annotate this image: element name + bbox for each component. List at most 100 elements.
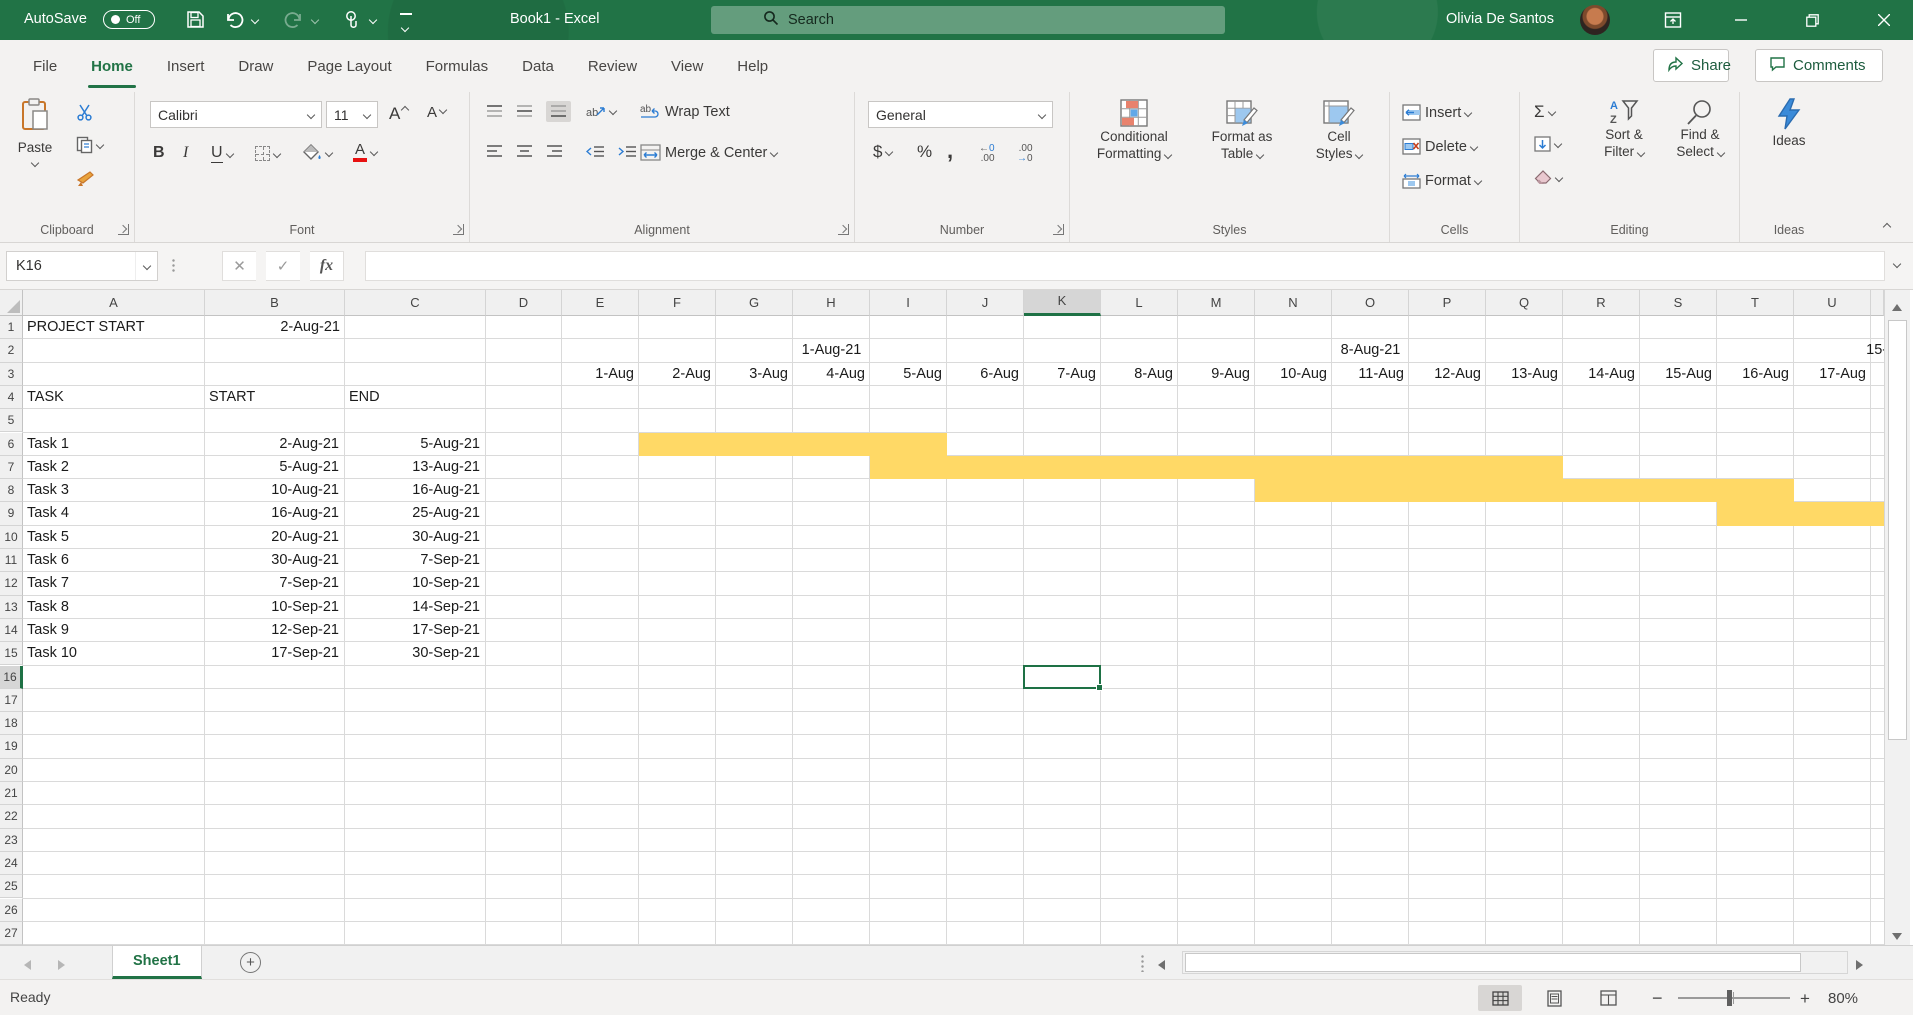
clear-button[interactable] bbox=[1534, 170, 1562, 185]
tab-page-layout[interactable]: Page Layout bbox=[290, 40, 408, 92]
column-header-S[interactable]: S bbox=[1640, 290, 1717, 316]
day-header-cell[interactable]: 13-Aug bbox=[1486, 363, 1558, 386]
insert-cells-button[interactable]: Insert bbox=[1402, 104, 1471, 121]
column-header-P[interactable]: P bbox=[1409, 290, 1486, 316]
copy-button[interactable] bbox=[76, 136, 103, 154]
tab-data[interactable]: Data bbox=[505, 40, 571, 92]
ribbon-display-options-icon[interactable] bbox=[1650, 0, 1696, 40]
task-start-cell[interactable]: 20-Aug-21 bbox=[205, 526, 339, 549]
fill-button[interactable] bbox=[1534, 136, 1561, 152]
row-header-26[interactable]: 26 bbox=[0, 899, 23, 922]
day-header-cell[interactable]: 3-Aug bbox=[716, 363, 788, 386]
row-header-6[interactable]: 6 bbox=[0, 433, 23, 456]
zoom-slider-track[interactable] bbox=[1678, 997, 1790, 999]
task-end-cell[interactable]: 17-Sep-21 bbox=[345, 619, 480, 642]
minimize-button[interactable] bbox=[1718, 0, 1764, 40]
hscroll-right-icon[interactable] bbox=[1856, 957, 1863, 975]
task-end-cell[interactable]: 10-Sep-21 bbox=[345, 572, 480, 595]
expand-formula-bar-icon[interactable] bbox=[1893, 260, 1901, 268]
row-header-12[interactable]: 12 bbox=[0, 572, 23, 595]
user-name[interactable]: Olivia De Santos bbox=[1446, 11, 1554, 27]
task-name-cell[interactable]: Task 7 bbox=[27, 572, 200, 595]
number-format-select[interactable]: General bbox=[868, 101, 1053, 128]
cell-B1[interactable]: 2-Aug-21 bbox=[209, 316, 340, 339]
user-avatar[interactable] bbox=[1580, 5, 1610, 35]
italic-button[interactable]: I bbox=[183, 144, 188, 162]
task-end-cell[interactable]: 13-Aug-21 bbox=[345, 456, 480, 479]
align-left-button[interactable] bbox=[486, 144, 503, 159]
vertical-scrollbar[interactable] bbox=[1884, 290, 1910, 945]
column-header-G[interactable]: G bbox=[716, 290, 793, 316]
task-end-cell[interactable]: 5-Aug-21 bbox=[345, 433, 480, 456]
row-header-10[interactable]: 10 bbox=[0, 526, 23, 549]
task-start-cell[interactable]: 10-Aug-21 bbox=[205, 479, 339, 502]
row-header-23[interactable]: 23 bbox=[0, 829, 23, 852]
task-start-cell[interactable]: 17-Sep-21 bbox=[205, 642, 339, 665]
collapse-ribbon-icon[interactable] bbox=[1883, 223, 1891, 231]
row-header-18[interactable]: 18 bbox=[0, 712, 23, 735]
day-header-cell[interactable]: 12-Aug bbox=[1409, 363, 1481, 386]
name-box[interactable]: K16 bbox=[6, 251, 158, 281]
undo-icon[interactable] bbox=[224, 10, 244, 34]
normal-view-button[interactable] bbox=[1478, 985, 1522, 1011]
format-cells-button[interactable]: Format bbox=[1402, 172, 1481, 189]
clipboard-dialog-launcher-icon[interactable] bbox=[118, 224, 129, 235]
column-header-C[interactable]: C bbox=[345, 290, 486, 316]
tab-file[interactable]: File bbox=[16, 40, 74, 92]
task-end-cell[interactable]: 30-Aug-21 bbox=[345, 526, 480, 549]
row-header-22[interactable]: 22 bbox=[0, 805, 23, 828]
fill-color-button[interactable] bbox=[303, 144, 332, 162]
task-start-cell[interactable]: 10-Sep-21 bbox=[205, 596, 339, 619]
sheet-nav-prev-icon[interactable] bbox=[24, 957, 31, 975]
row-header-8[interactable]: 8 bbox=[0, 479, 23, 502]
row-header-19[interactable]: 19 bbox=[0, 735, 23, 758]
day-header-cell[interactable]: 14-Aug bbox=[1563, 363, 1635, 386]
cell-A1[interactable]: PROJECT START bbox=[27, 316, 200, 339]
day-header-cell[interactable]: 8-Aug bbox=[1101, 363, 1173, 386]
column-header-T[interactable]: T bbox=[1717, 290, 1794, 316]
day-header-cell[interactable]: 15-Aug bbox=[1640, 363, 1712, 386]
row-header-5[interactable]: 5 bbox=[0, 409, 23, 432]
top-align-button[interactable] bbox=[486, 104, 503, 119]
select-all-corner[interactable] bbox=[0, 290, 23, 316]
row-header-21[interactable]: 21 bbox=[0, 782, 23, 805]
task-end-cell[interactable]: 14-Sep-21 bbox=[345, 596, 480, 619]
task-start-cell[interactable]: 16-Aug-21 bbox=[205, 502, 339, 525]
column-header-R[interactable]: R bbox=[1563, 290, 1640, 316]
formula-input[interactable] bbox=[365, 251, 1885, 281]
task-start-cell[interactable]: 12-Sep-21 bbox=[205, 619, 339, 642]
conditional-formatting-button[interactable]: ConditionalFormatting bbox=[1080, 98, 1188, 162]
tab-review[interactable]: Review bbox=[571, 40, 654, 92]
task-name-cell[interactable]: Task 3 bbox=[27, 479, 200, 502]
merge-center-button[interactable]: Merge & Center bbox=[640, 144, 777, 161]
increase-font-size-button[interactable]: A bbox=[389, 104, 408, 124]
zoom-level[interactable]: 80% bbox=[1828, 990, 1858, 1007]
bold-button[interactable]: B bbox=[153, 144, 165, 162]
align-center-button[interactable] bbox=[516, 144, 533, 159]
tab-home[interactable]: Home bbox=[74, 40, 150, 92]
column-header-O[interactable]: O bbox=[1332, 290, 1409, 316]
font-color-button[interactable]: A bbox=[353, 142, 377, 162]
name-box-dropdown-icon[interactable] bbox=[142, 262, 150, 270]
day-header-cell[interactable]: 4-Aug bbox=[793, 363, 865, 386]
column-header-N[interactable]: N bbox=[1255, 290, 1332, 316]
zoom-slider-handle[interactable] bbox=[1727, 990, 1732, 1006]
column-header-I[interactable]: I bbox=[870, 290, 947, 316]
task-end-cell[interactable]: 7-Sep-21 bbox=[345, 549, 480, 572]
task-end-cell[interactable]: 25-Aug-21 bbox=[345, 502, 480, 525]
sort-filter-button[interactable]: AZ Sort &Filter bbox=[1586, 98, 1662, 160]
underline-button[interactable]: U bbox=[211, 144, 233, 163]
restore-button[interactable] bbox=[1789, 0, 1835, 40]
column-header-B[interactable]: B bbox=[205, 290, 345, 316]
tab-insert[interactable]: Insert bbox=[150, 40, 222, 92]
undo-dropdown-icon[interactable] bbox=[251, 16, 259, 24]
currency-format-button[interactable]: $ bbox=[873, 142, 892, 162]
tab-draw[interactable]: Draw bbox=[221, 40, 290, 92]
task-name-cell[interactable]: Task 5 bbox=[27, 526, 200, 549]
scroll-down-icon[interactable] bbox=[1892, 927, 1902, 945]
tab-formulas[interactable]: Formulas bbox=[409, 40, 506, 92]
row-header-13[interactable]: 13 bbox=[0, 596, 23, 619]
day-header-cell[interactable]: 17-Aug bbox=[1794, 363, 1866, 386]
column-header-A[interactable]: A bbox=[23, 290, 205, 316]
column-header-H[interactable]: H bbox=[793, 290, 870, 316]
